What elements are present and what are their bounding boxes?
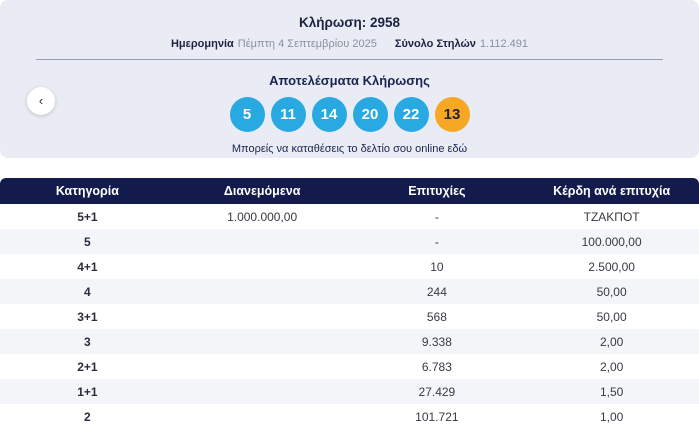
prize-table: Κατηγορία Διανεμόμενα Επιτυχίες Κέρδη ανά ε… (0, 178, 699, 428)
results-title: Αποτελέσματα Κλήρωσης (269, 73, 430, 88)
cell-winners: - (434, 209, 439, 224)
total-columns-label: Σύνολο Στηλών (394, 38, 476, 50)
column-header: Διανεμόμενα (223, 184, 301, 198)
winning-number-ball: 11 (270, 97, 306, 132)
cell-category: 4 (84, 284, 91, 299)
cell-category: 1+1 (77, 384, 98, 399)
table-row: 3 9.338 2,00 (0, 329, 699, 354)
cell-distributed: 1.000.000,00 (227, 209, 298, 224)
table-row: 2+1 6.783 2,00 (0, 354, 699, 379)
draw-date-value: Πέμπτη 4 Σεπτεμβρίου 2025 (237, 38, 377, 50)
table-row: 2 101.721 1,00 (0, 404, 699, 428)
cell-prize: 2,00 (599, 359, 624, 374)
prize-table-body: 5+1 1.000.000,00 - ΤΖΑΚΠΟΤ 5 - 100.000,00 4+1 10… (0, 204, 699, 428)
cell-prize: 100.000,00 (581, 234, 642, 249)
cell-category: 2 (84, 409, 91, 424)
column-header: Κατηγορία (55, 184, 119, 198)
winning-numbers: 5 11 14 20 22 13 (0, 97, 699, 132)
deposit-line: Μπορείς να καταθέσεις το δελτίο σου onli… (0, 143, 699, 155)
draw-meta: Ημερομηνία Πέμπτη 4 Σεπτεμβρίου 2025 Σύνο… (0, 38, 699, 50)
cell-winners: 6.783 (421, 359, 452, 374)
cell-category: 3+1 (77, 309, 98, 324)
table-row: 4 244 50,00 (0, 279, 699, 304)
header-divider (36, 59, 663, 60)
previous-draw-button[interactable]: ‹ (27, 87, 55, 115)
cell-category: 5 (84, 234, 91, 249)
winning-number-ball: 14 (311, 97, 347, 132)
column-header: Κέρδη ανά επιτυχία (553, 184, 671, 198)
table-row: 5+1 1.000.000,00 - ΤΖΑΚΠΟΤ (0, 204, 699, 229)
cell-category: 5+1 (77, 209, 98, 224)
cell-category: 3 (84, 334, 91, 349)
winning-number-ball: 5 (229, 97, 265, 132)
table-row: 4+1 10 2.500,00 (0, 254, 699, 279)
joker-number-ball: 13 (434, 97, 470, 132)
cell-prize: 50,00 (596, 284, 627, 299)
cell-prize: 2,00 (599, 334, 624, 349)
table-row: 5 - 100.000,00 (0, 229, 699, 254)
cell-winners: 27.429 (418, 384, 456, 399)
cell-winners: 101.721 (415, 409, 459, 424)
prize-table-header: Κατηγορία Διανεμόμενα Επιτυχίες Κέρδη ανά ε… (0, 178, 699, 204)
total-columns: Σύνολο Στηλών 1.112.491 (395, 38, 528, 50)
cell-winners: 244 (426, 284, 447, 299)
total-columns-value: 1.112.491 (479, 38, 529, 50)
chevron-left-icon: ‹ (38, 93, 44, 108)
draw-date: Ημερομηνία Πέμπτη 4 Σεπτεμβρίου 2025 (171, 38, 377, 50)
draw-date-label: Ημερομηνία (170, 38, 234, 50)
draw-info-card: Κλήρωση: 2958 Ημερομηνία Πέμπτη 4 Σεπτεμβ… (0, 0, 699, 158)
cell-prize: 50,00 (596, 309, 627, 324)
cell-winners: 10 (430, 259, 444, 274)
cell-prize: 1,50 (599, 384, 624, 399)
cell-winners: 9.338 (421, 334, 452, 349)
cell-category: 2+1 (77, 359, 98, 374)
draw-title: Κλήρωση: 2958 (298, 15, 401, 30)
deposit-here-link[interactable]: εδώ (448, 143, 468, 155)
cell-prize: 2.500,00 (588, 259, 635, 274)
winning-number-ball: 22 (393, 97, 429, 132)
cell-category: 4+1 (77, 259, 98, 274)
table-row: 3+1 568 50,00 (0, 304, 699, 329)
winning-number-ball: 20 (352, 97, 388, 132)
cell-winners: 568 (426, 309, 447, 324)
cell-prize: ΤΖΑΚΠΟΤ (583, 209, 640, 224)
column-header: Επιτυχίες (408, 184, 466, 198)
cell-prize: 1,00 (599, 409, 624, 424)
table-row: 1+1 27.429 1,50 (0, 379, 699, 404)
cell-winners: - (434, 234, 439, 249)
deposit-text: Μπορείς να καταθέσεις το δελτίο σου onli… (231, 143, 445, 155)
